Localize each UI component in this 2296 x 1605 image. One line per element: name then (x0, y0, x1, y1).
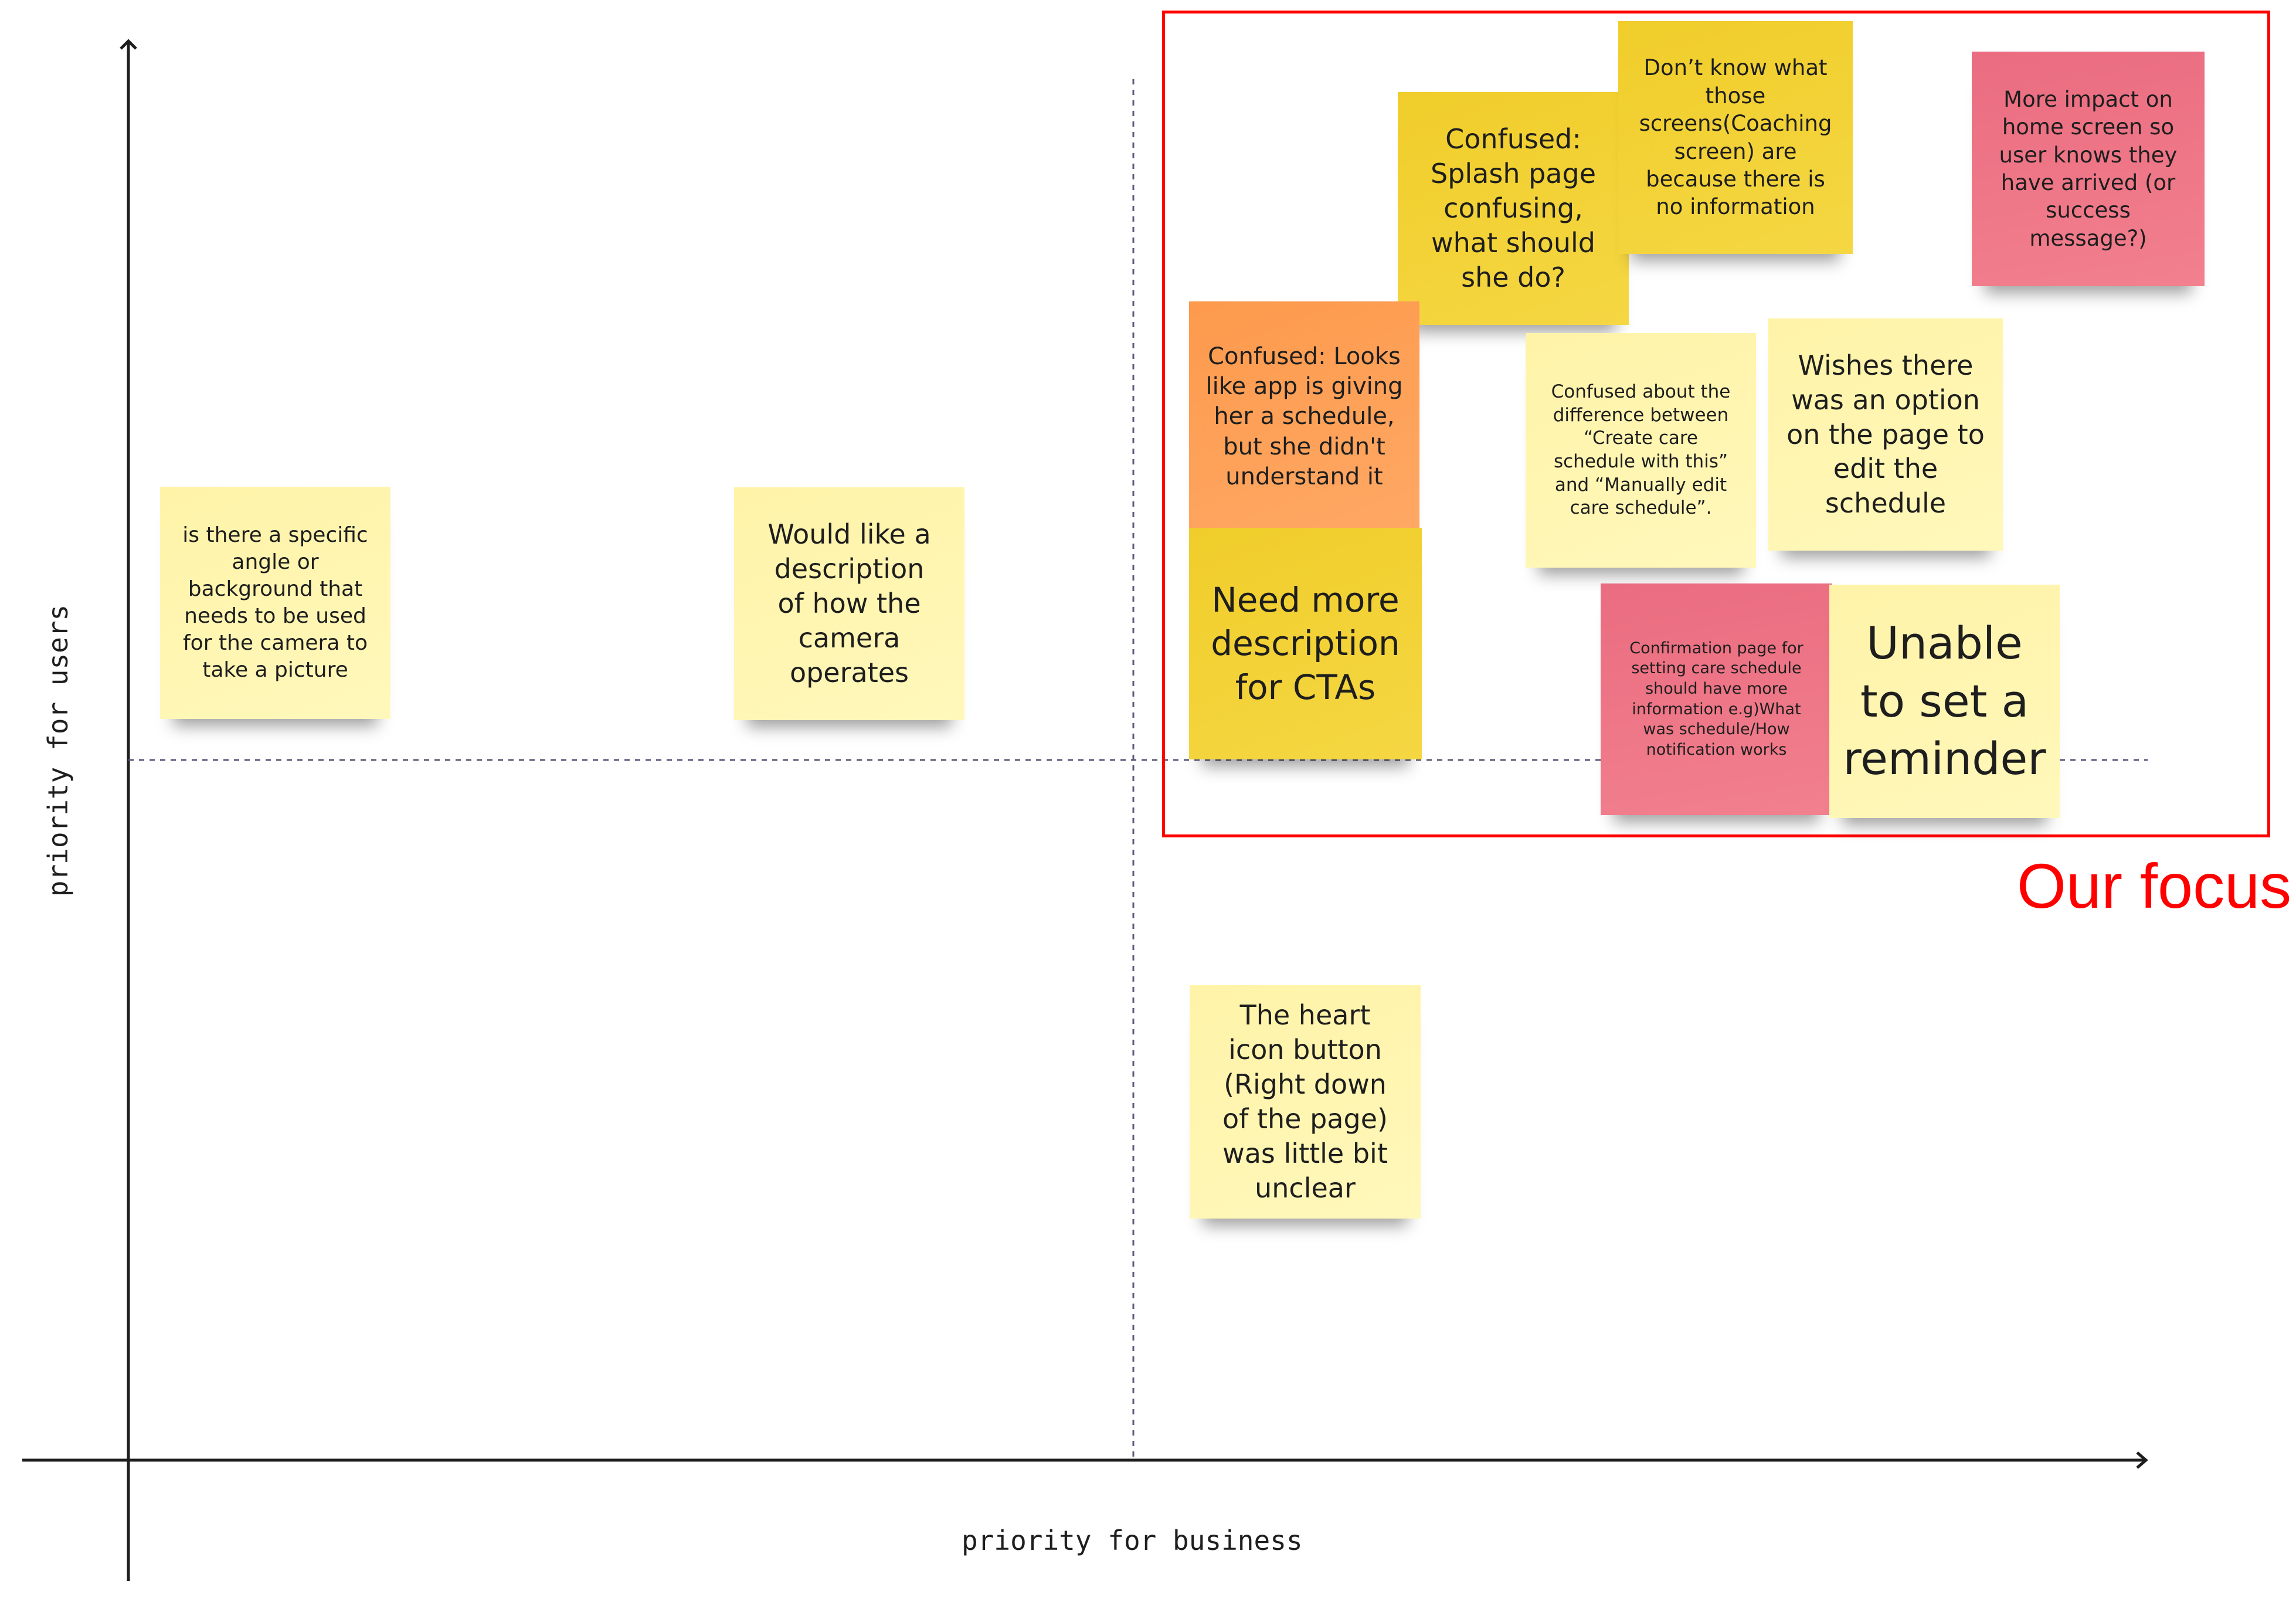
sticky-note[interactable]: is there a specific angle or background … (160, 487, 390, 719)
sticky-note[interactable]: The heart icon button (Right down of the… (1190, 985, 1421, 1219)
sticky-note[interactable]: Confused: Splash page confusing, what sh… (1398, 92, 1629, 325)
sticky-note-text: is there a specific angle or background … (182, 522, 368, 683)
sticky-note[interactable]: Confused: Looks like app is giving her a… (1189, 301, 1419, 532)
sticky-note-text: Confused: Looks like app is giving her a… (1205, 343, 1403, 490)
sticky-note-text: Confused: Splash page confusing, what sh… (1431, 123, 1596, 293)
sticky-note-text: The heart icon button (Right down of the… (1222, 999, 1388, 1204)
sticky-note-text: Need more description for CTAs (1211, 580, 1400, 707)
sticky-note[interactable]: Don’t know what those screens(Coaching s… (1618, 21, 1853, 254)
sticky-note-text: Confused about the difference between “C… (1551, 381, 1731, 519)
y-axis-label: priority for users (42, 604, 74, 897)
sticky-note[interactable]: Would like a description of how the came… (734, 487, 964, 720)
x-axis-label: priority for business (962, 1525, 1303, 1556)
sticky-note-text: Unable to set a reminder (1843, 616, 2046, 785)
sticky-note[interactable]: Confused about the difference between “C… (1526, 333, 1756, 568)
sticky-note-text: Don’t know what those screens(Coaching s… (1639, 55, 1832, 220)
sticky-note-text: Confirmation page for setting care sched… (1629, 639, 1803, 759)
sticky-note-text: Would like a description of how the came… (767, 518, 931, 688)
sticky-note[interactable]: More impact on home screen so user knows… (1972, 52, 2205, 286)
focus-area-label: Our focus (2017, 850, 2292, 921)
sticky-note[interactable]: Wishes there was an option on the page t… (1768, 318, 2003, 551)
sticky-note-text: Wishes there was an option on the page t… (1786, 349, 1985, 520)
sticky-note[interactable]: Unable to set a reminder (1829, 585, 2060, 818)
sticky-note[interactable]: Confirmation page for setting care sched… (1601, 583, 1832, 815)
sticky-note[interactable]: Need more description for CTAs (1189, 528, 1422, 759)
sticky-note-text: More impact on home screen so user knows… (1999, 86, 2178, 251)
